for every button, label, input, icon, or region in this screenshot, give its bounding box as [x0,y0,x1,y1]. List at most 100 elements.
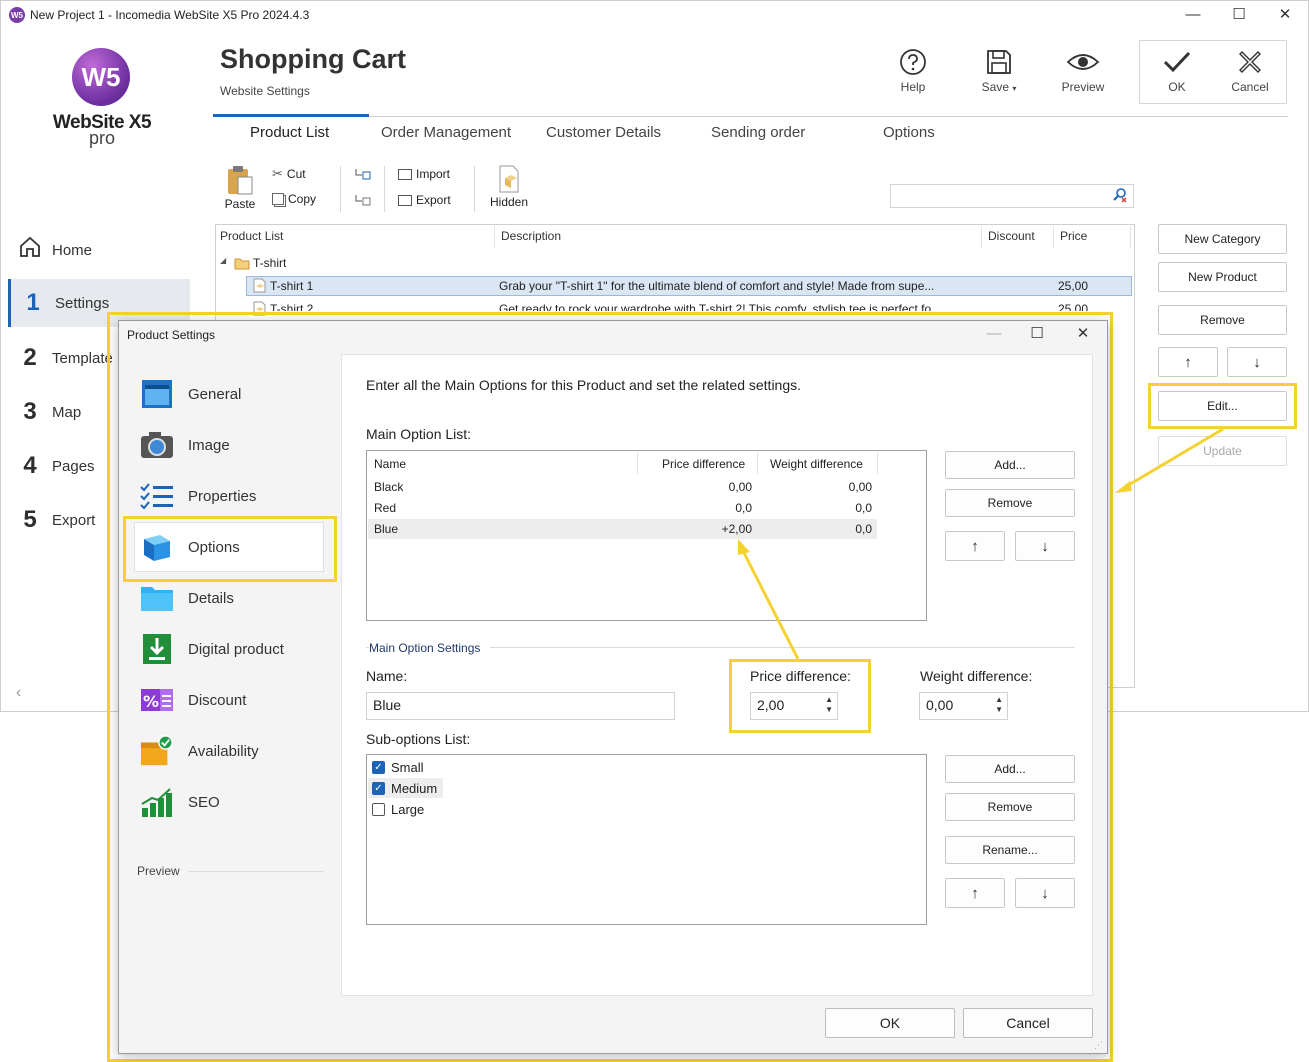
column-header-price[interactable]: Price [1060,229,1087,243]
tree-collapse-icon[interactable]: ◢ [220,256,226,265]
main-ok-button[interactable]: OK [1142,44,1212,104]
preview-button[interactable]: Preview [1048,44,1118,104]
sidebar-item-label: Pages [52,457,95,475]
sub-option-move-up-button[interactable]: ↑ [945,878,1005,908]
remove-product-button[interactable]: Remove [1158,305,1287,335]
tab-customer-details[interactable]: Customer Details [546,124,661,141]
import-label: Import [416,167,451,181]
dialog-maximize-button[interactable]: ☐ [1022,323,1052,345]
cut-button[interactable]: ✂ Cut [272,166,306,182]
search-icon[interactable] [1112,187,1128,206]
option-weight: 0,0 [855,501,872,515]
nav-item-availability[interactable]: Availability [140,729,259,773]
nav-item-properties[interactable]: Properties [140,474,256,518]
sidebar-collapse-button[interactable]: ‹ [16,684,21,702]
sidebar-item-label: Template [52,349,113,367]
nav-item-seo[interactable]: SEO [140,780,220,824]
preview-label: Preview [1061,80,1105,94]
column-header-name[interactable]: Name [374,457,406,471]
nav-label: Properties [188,487,257,505]
new-category-button[interactable]: New Category [1158,224,1287,254]
tab-sending-order[interactable]: Sending order [711,124,805,141]
column-header-description[interactable]: Description [501,229,561,243]
nav-label: Digital product [188,640,284,658]
product-icon [252,278,266,296]
add-sub-option-button[interactable]: Add... [945,755,1075,783]
minimize-button[interactable]: — [1178,4,1208,26]
option-name-field[interactable]: Blue [366,692,675,720]
sidebar-item-label: Home [52,241,93,259]
new-product-button[interactable]: New Product [1158,262,1287,292]
nav-item-details[interactable]: Details [140,576,234,620]
dialog-ok-button[interactable]: OK [825,1008,955,1038]
dialog-cancel-button[interactable]: Cancel [963,1008,1093,1038]
sidebar-item-home[interactable]: Home [8,226,190,274]
nav-item-image[interactable]: Image [140,423,230,467]
save-button[interactable]: Save ▾ [964,44,1034,104]
sidebar-item-label: Settings [55,294,110,312]
column-header-discount[interactable]: Discount [988,229,1035,243]
help-button[interactable]: Help [878,44,948,104]
category-name[interactable]: T-shirt [253,256,286,270]
nav-item-general[interactable]: General [140,372,241,416]
import-icon [398,168,412,180]
tabs-divider [213,116,1288,117]
checkbox-unchecked-icon[interactable] [372,802,385,816]
close-window-button[interactable]: ✕ [1270,4,1300,26]
spin-arrows-icon[interactable]: ▲ ▼ [825,695,833,715]
copy-button[interactable]: Copy [272,192,316,206]
sub-option-item[interactable]: ✓ Medium [372,778,437,798]
column-divider [1053,226,1054,248]
product-name: T-shirt 1 [270,279,314,293]
nav-item-digital-product[interactable]: Digital product [140,627,284,671]
tab-product-list[interactable]: Product List [250,124,329,141]
product-description: Grab your "T-shirt 1" for the ultimate b… [499,279,935,293]
dialog-close-button[interactable]: ✕ [1068,323,1098,345]
move-down-button[interactable]: ↓ [1227,347,1287,377]
tab-order-management[interactable]: Order Management [381,124,511,141]
sub-option-item[interactable]: Large [372,799,424,819]
chevron-down-icon: ▾ [1012,84,1017,93]
checkbox-checked-icon[interactable]: ✓ [372,781,385,795]
checkbox-checked-icon[interactable]: ✓ [372,760,385,774]
dialog-minimize-button[interactable]: — [979,323,1009,345]
search-input[interactable] [890,184,1134,208]
column-header-product-list[interactable]: Product List [220,229,283,243]
product-name[interactable]: T-shirt 2 [270,302,313,311]
resize-grip-icon[interactable]: ⋰ [1094,1040,1103,1051]
option-move-down-button[interactable]: ↓ [1015,531,1075,561]
edit-button[interactable]: Edit... [1158,391,1287,421]
nav-item-discount[interactable]: % Discount [140,678,246,722]
paste-button[interactable]: Paste [222,164,258,211]
product-price: 25,00 [1058,279,1089,293]
move-in-tree-icon[interactable] [354,168,372,185]
option-move-up-button[interactable]: ↑ [945,531,1005,561]
tab-options[interactable]: Options [883,124,935,141]
import-button[interactable]: Import [398,167,450,181]
cancel-label: Cancel [1231,80,1269,94]
app-icon: W5 [9,7,25,23]
remove-sub-option-button[interactable]: Remove [945,793,1075,821]
hidden-page-icon [488,164,530,197]
add-option-button[interactable]: Add... [945,451,1075,479]
availability-icon [140,734,174,768]
main-cancel-button[interactable]: Cancel [1215,44,1285,104]
column-header-weight-difference[interactable]: Weight difference [770,457,863,471]
ok-label: OK [1168,80,1186,94]
move-up-button[interactable]: ↑ [1158,347,1218,377]
nav-item-options[interactable]: Options [140,525,240,569]
column-header-price-difference[interactable]: Price difference [662,457,745,471]
move-out-tree-icon[interactable] [354,194,372,211]
rename-sub-option-button[interactable]: Rename... [945,836,1075,864]
sub-option-move-down-button[interactable]: ↓ [1015,878,1075,908]
price-difference-stepper[interactable]: 2,00 ▲ ▼ [750,692,838,720]
weight-difference-stepper[interactable]: 0,00 ▲ ▼ [919,692,1008,720]
spin-arrows-icon[interactable]: ▲ ▼ [995,695,1003,715]
callout-arrow [738,539,800,660]
export-button[interactable]: Export [398,193,451,207]
remove-option-button[interactable]: Remove [945,489,1075,517]
hidden-button[interactable]: Hidden [488,164,530,209]
sub-option-item[interactable]: ✓ Small [372,757,424,777]
maximize-button[interactable]: ☐ [1224,4,1254,26]
help-label: Help [900,80,926,94]
